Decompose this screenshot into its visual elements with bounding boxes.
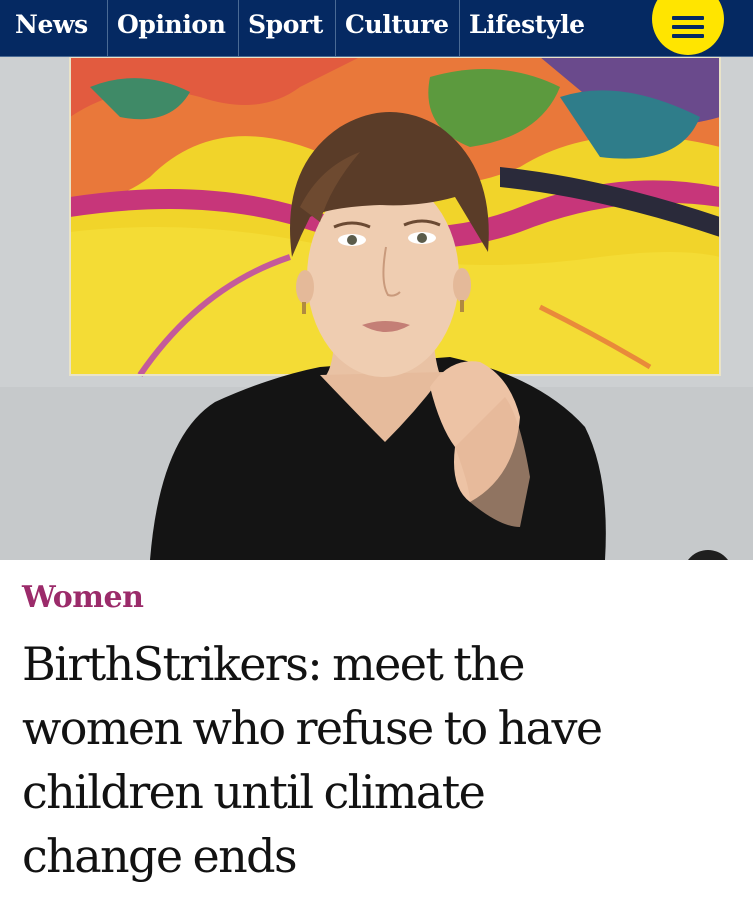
headline-line: BirthStrikers: meet the (22, 637, 525, 691)
headline-line: children until climate (22, 765, 486, 819)
top-navigation-bar: News Opinion Sport Culture Lifestyle (0, 0, 753, 57)
article-header: Women BirthStrikers: meet the women who … (0, 560, 753, 900)
hamburger-menu-icon (672, 16, 704, 38)
nav-item-lifestyle[interactable]: Lifestyle (459, 0, 619, 56)
article-page: News Opinion Sport Culture Lifestyle Wom… (0, 0, 753, 900)
nav-item-opinion[interactable]: Opinion (107, 0, 238, 56)
nav-item-news[interactable]: News (0, 0, 107, 56)
hero-photo: i (0, 57, 753, 560)
headline-line: change ends (22, 829, 298, 883)
portrait-illustration (0, 57, 753, 560)
menu-button[interactable] (652, 0, 724, 55)
nav-item-culture[interactable]: Culture (335, 0, 459, 56)
nav-item-sport[interactable]: Sport (238, 0, 335, 56)
headline-line: women who refuse to have (22, 701, 603, 755)
section-kicker[interactable]: Women (22, 580, 144, 615)
article-headline[interactable]: BirthStrikers: meet the women who refuse… (22, 632, 742, 888)
